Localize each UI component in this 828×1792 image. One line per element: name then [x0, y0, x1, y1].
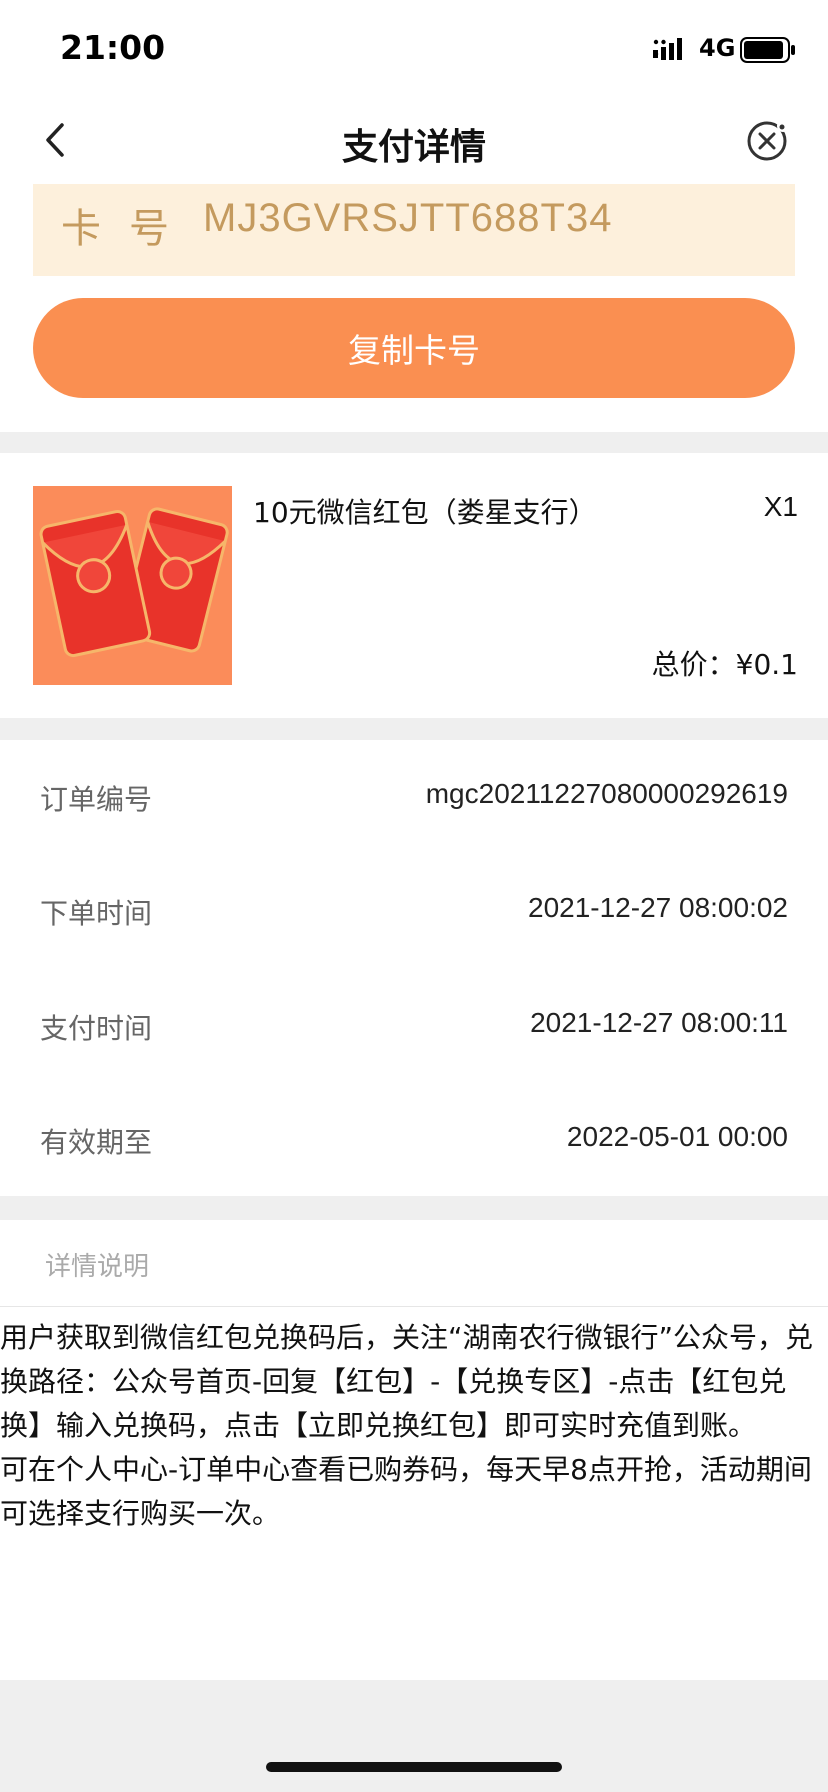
card-number-box: 卡号 MJ3GVRSJTT688T34 — [33, 184, 795, 276]
detail-value: 2021-12-27 08:00:02 — [528, 892, 788, 923]
card-number-value: MJ3GVRSJTT688T34 — [203, 196, 613, 240]
status-bar: 21:00 4G — [0, 0, 828, 100]
section-divider — [0, 432, 828, 453]
detail-label: 下单时间 — [40, 897, 153, 930]
description-header: 详情说明 — [45, 1252, 150, 1282]
description-paragraph: 可在个人中心-订单中心查看已购券码，每天早8点开抢，活动期间可选择支行购买一次。 — [0, 1453, 812, 1530]
order-details: 订单编号 mgc20211227080000292619 下单时间 2021-1… — [0, 740, 828, 1196]
description-section: 详情说明 用户获取到微信红包兑换码后，关注“湖南农行微银行”公众号，兑换路径：公… — [0, 1220, 828, 1680]
detail-value: 2022-05-01 00:00 — [566, 1121, 788, 1152]
navigation-bar: 支付详情 — [0, 100, 828, 180]
product-name: 10元微信红包（娄星支行） — [253, 496, 597, 529]
signal-icon — [653, 38, 682, 60]
product-image — [33, 486, 232, 685]
detail-row-valid-until: 有效期至 2022-05-01 00:00 — [0, 1109, 828, 1169]
detail-row-pay-time: 支付时间 2021-12-27 08:00:11 — [0, 995, 828, 1055]
section-divider — [0, 1196, 828, 1220]
product-quantity: X1 — [763, 491, 798, 522]
description-paragraph: 用户获取到微信红包兑换码后，关注“湖南农行微银行”公众号，兑换路径：公众号首页-… — [0, 1321, 814, 1442]
copy-card-number-button[interactable]: 复制卡号 — [33, 298, 795, 398]
page-title: 支付详情 — [341, 127, 486, 168]
description-body: 用户获取到微信红包兑换码后，关注“湖南农行微银行”公众号，兑换路径：公众号首页-… — [0, 1316, 820, 1536]
section-divider — [0, 718, 828, 740]
network-type: 4G — [699, 34, 736, 62]
status-time: 21:00 — [60, 28, 166, 67]
card-number-label: 卡号 — [61, 206, 197, 252]
detail-label: 订单编号 — [40, 783, 153, 816]
close-circle-icon[interactable] — [744, 118, 790, 164]
divider — [0, 1306, 828, 1307]
detail-label: 有效期至 — [40, 1126, 153, 1159]
red-envelope-icon — [39, 507, 229, 658]
detail-value: 2021-12-27 08:00:11 — [530, 1007, 788, 1038]
bottom-area — [0, 1680, 828, 1792]
detail-row-order-time: 下单时间 2021-12-27 08:00:02 — [0, 880, 828, 940]
detail-row-order-number: 订单编号 mgc20211227080000292619 — [0, 766, 828, 826]
detail-value: mgc20211227080000292619 — [425, 778, 788, 809]
battery-icon — [740, 37, 795, 63]
product-card: 10元微信红包（娄星支行） X1 总价：¥0.1 — [0, 453, 828, 718]
home-indicator[interactable] — [266, 1762, 562, 1772]
product-total-price: 总价：¥0.1 — [651, 648, 798, 681]
detail-label: 支付时间 — [40, 1012, 153, 1045]
